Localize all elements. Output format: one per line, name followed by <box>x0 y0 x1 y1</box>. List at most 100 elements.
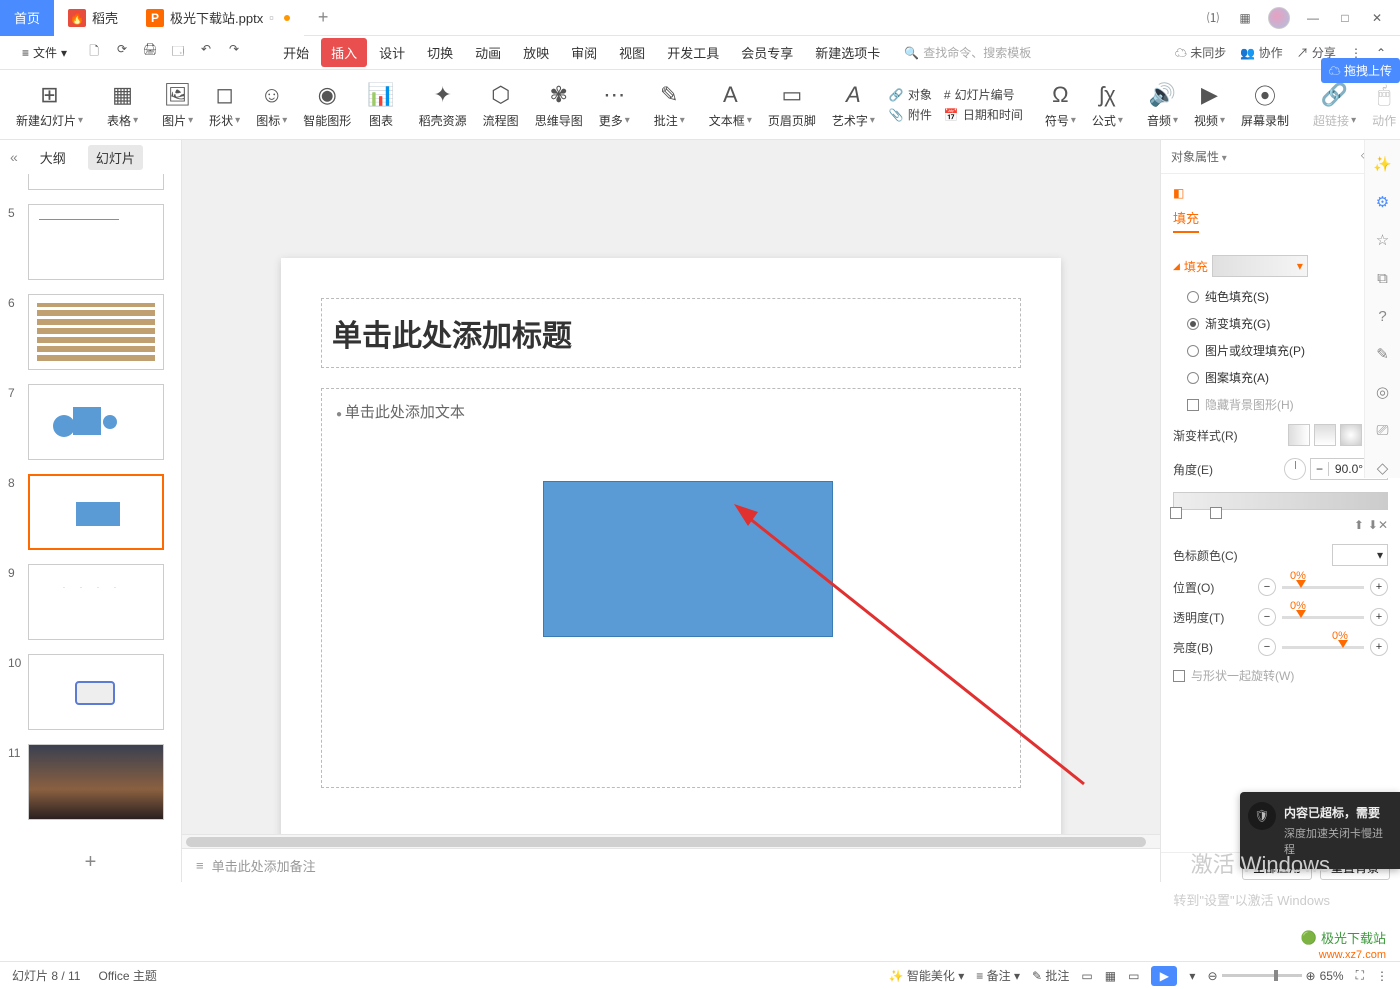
pos-dec[interactable]: − <box>1258 578 1276 596</box>
tab-insert[interactable]: 插入 <box>321 38 367 67</box>
sync-button[interactable]: ☁ 未同步 <box>1175 44 1226 61</box>
rb-shape[interactable]: ◻形状 <box>201 72 248 138</box>
panel-collapse-icon[interactable]: « <box>10 149 18 165</box>
notes-toggle[interactable]: ≡ 备注 ▾ <box>976 967 1020 984</box>
slides-tab[interactable]: 幻灯片 <box>88 145 143 170</box>
rb-table[interactable]: ▦表格 <box>99 72 146 138</box>
rb-record[interactable]: ⦿屏幕录制 <box>1233 72 1297 138</box>
qat-undo-icon[interactable]: ↶ <box>197 42 215 63</box>
tab-developer[interactable]: 开发工具 <box>657 38 729 67</box>
slide-thumb-9[interactable]: ···· <box>28 564 164 640</box>
tab-view[interactable]: 视图 <box>609 38 655 67</box>
command-search[interactable]: 🔍 查找命令、搜索模板 <box>904 44 1031 61</box>
user-avatar[interactable] <box>1268 7 1290 29</box>
tab-design[interactable]: 设计 <box>369 38 415 67</box>
minimize-button[interactable]: — <box>1304 9 1322 27</box>
tab-vip[interactable]: 会员专享 <box>731 38 803 67</box>
rb-icon[interactable]: ☺图标 <box>248 72 295 138</box>
grad-del-stop-icon[interactable]: ⬇✕ <box>1368 518 1388 532</box>
rb-mindmap[interactable]: ✾思维导图 <box>527 72 591 138</box>
zoom-in-icon[interactable]: ⊕ <box>1306 969 1316 983</box>
ts-help-icon[interactable]: ? <box>1373 306 1393 326</box>
fill-bucket-icon[interactable]: ◧ <box>1173 186 1184 200</box>
tab-slideshow[interactable]: 放映 <box>513 38 559 67</box>
tab-custom[interactable]: 新建选项卡 <box>805 38 890 67</box>
trans-dec[interactable]: − <box>1258 608 1276 626</box>
tab-start[interactable]: 开始 <box>273 38 319 67</box>
rb-chart[interactable]: 📊图表 <box>359 72 402 138</box>
title-placeholder[interactable]: 单击此处添加标题 <box>321 298 1021 368</box>
maximize-button[interactable]: □ <box>1336 9 1354 27</box>
close-button[interactable]: ✕ <box>1368 9 1386 27</box>
apps-btn-icon[interactable]: ▦ <box>1236 9 1254 27</box>
ts-star-icon[interactable]: ☆ <box>1373 230 1393 250</box>
ts-target-icon[interactable]: ◎ <box>1373 382 1393 402</box>
horizontal-scrollbar[interactable] <box>182 834 1160 848</box>
tab-review[interactable]: 审阅 <box>561 38 607 67</box>
fill-tab[interactable]: 填充 <box>1173 208 1199 233</box>
radio-solid[interactable]: 纯色填充(S) <box>1173 283 1388 310</box>
fill-preset-select[interactable]: ▾ <box>1212 255 1308 277</box>
view-reading-icon[interactable]: ▭ <box>1128 969 1139 983</box>
statusbar-more-icon[interactable]: ⋮ <box>1376 969 1388 983</box>
thumbnails-list[interactable]: 5 6 7 8 9···· 10 11 <box>0 174 181 843</box>
slide-thumb-7[interactable] <box>28 384 164 460</box>
rb-wordart[interactable]: A艺术字 <box>824 72 883 138</box>
qat-preview-icon[interactable]: 🗔 <box>169 42 187 63</box>
canvas-viewport[interactable]: 单击此处添加标题 单击此处添加文本 <box>182 140 1160 834</box>
zoom-control[interactable]: ⊖ ⊕ 65% <box>1207 969 1343 983</box>
angle-dial[interactable] <box>1284 458 1306 480</box>
rb-object[interactable]: 🔗对象 <box>889 86 932 103</box>
grad-add-stop-icon[interactable]: ⬆ <box>1354 518 1364 532</box>
coop-button[interactable]: 👥 协作 <box>1240 44 1282 61</box>
tab-home[interactable]: 首页 <box>0 0 54 36</box>
rb-textbox[interactable]: A文本框 <box>701 72 760 138</box>
notes-pane[interactable]: ≡ 单击此处添加备注 <box>182 848 1160 882</box>
slide-thumb-11[interactable] <box>28 744 164 820</box>
zoom-slider[interactable] <box>1222 974 1302 977</box>
rb-date[interactable]: 📅日期和时间 <box>944 106 1023 123</box>
slide-thumb-8[interactable] <box>28 474 164 550</box>
ts-edit-icon[interactable]: ✎ <box>1373 344 1393 364</box>
qat-save-icon[interactable]: 🗋 <box>85 42 103 63</box>
radio-pattern[interactable]: 图案填充(A) <box>1173 364 1388 391</box>
ts-layers-icon[interactable]: ⧉ <box>1373 268 1393 288</box>
add-slide-button[interactable]: + <box>0 843 181 882</box>
radio-picture[interactable]: 图片或纹理填充(P) <box>1173 337 1388 364</box>
tab-file[interactable]: P 极光下载站.pptx ▫ <box>132 0 304 36</box>
ts-design-icon[interactable]: ✨ <box>1373 154 1393 174</box>
stop-color-select[interactable]: ▾ <box>1332 544 1388 566</box>
tab-add-button[interactable]: + <box>304 7 343 28</box>
slide-thumb-10[interactable] <box>28 654 164 730</box>
bri-slider[interactable]: 0% <box>1282 646 1364 649</box>
outline-tab[interactable]: 大纲 <box>32 145 74 170</box>
ts-diamond-icon[interactable]: ◇ <box>1373 458 1393 478</box>
slideshow-button[interactable]: ▶ <box>1151 966 1177 986</box>
rb-more[interactable]: ⋯更多 <box>591 72 638 138</box>
pos-slider[interactable]: 0% <box>1282 586 1364 589</box>
ts-props-icon[interactable]: ⚙ <box>1373 192 1393 212</box>
gradient-bar[interactable] <box>1173 492 1388 510</box>
rb-flowchart[interactable]: ⬡流程图 <box>475 72 527 138</box>
slide-thumb-4[interactable] <box>28 174 164 190</box>
file-dropdown-icon[interactable]: ▫ <box>269 10 274 25</box>
rb-picture[interactable]: 🖼图片 <box>154 72 201 138</box>
slideshow-dd-icon[interactable]: ▾ <box>1189 969 1195 983</box>
comments-toggle[interactable]: ✎ 批注 <box>1032 967 1069 984</box>
radio-gradient[interactable]: 渐变填充(G) <box>1173 310 1388 337</box>
rb-symbol[interactable]: Ω符号 <box>1037 72 1084 138</box>
tab-animation[interactable]: 动画 <box>465 38 511 67</box>
props-title[interactable]: 对象属性 <box>1171 148 1227 165</box>
trans-slider[interactable]: 0% <box>1282 616 1364 619</box>
qat-print-icon[interactable]: 🖨 <box>141 42 159 63</box>
qat-saveas-icon[interactable]: ⟳ <box>113 42 131 63</box>
smart-beautify[interactable]: ✨ 智能美化 ▾ <box>889 967 965 984</box>
rb-audio[interactable]: 🔊音频 <box>1139 72 1186 138</box>
check-hide-bg[interactable]: 隐藏背景图形(H) <box>1173 391 1388 418</box>
view-normal-icon[interactable]: ▭ <box>1081 969 1092 983</box>
rotate-with-shape[interactable]: 与形状一起旋转(W) <box>1173 662 1388 689</box>
fit-screen-icon[interactable]: ⛶ <box>1356 968 1364 983</box>
slide-thumb-5[interactable] <box>28 204 164 280</box>
trans-inc[interactable]: + <box>1370 608 1388 626</box>
qat-redo-icon[interactable]: ↷ <box>225 42 243 63</box>
